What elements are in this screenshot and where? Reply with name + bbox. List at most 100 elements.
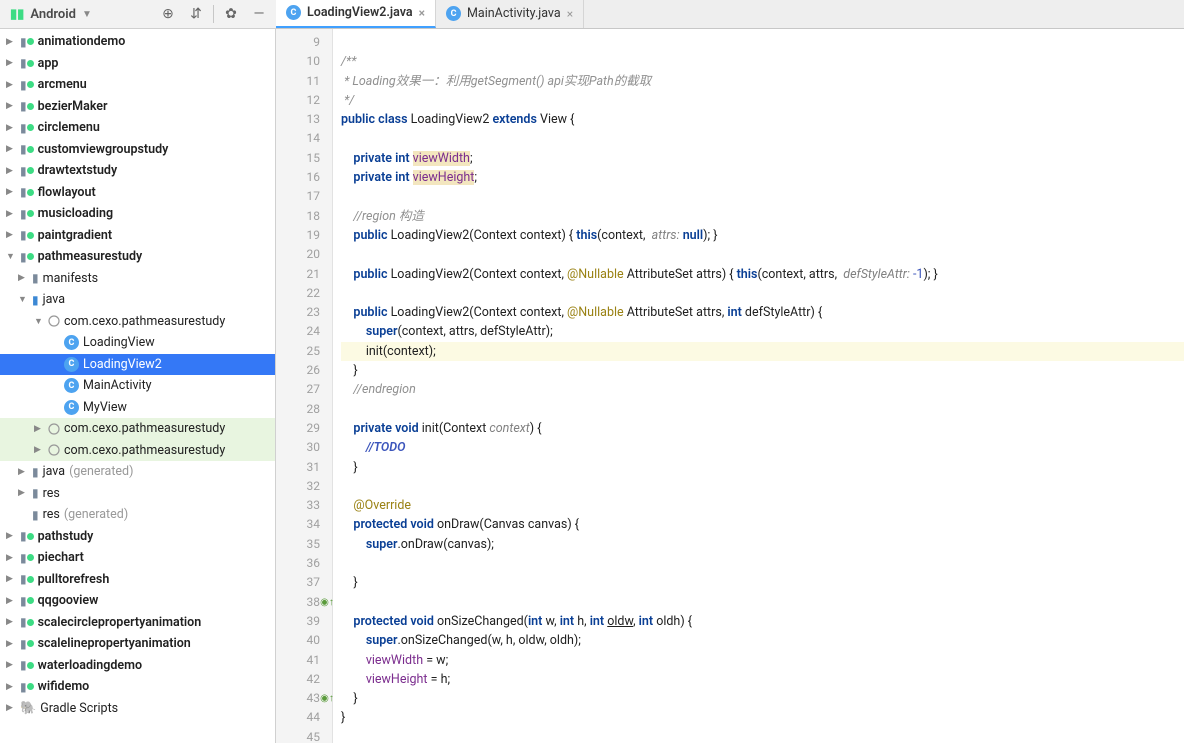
module-label: scalelinepropertyanimation (38, 636, 191, 651)
chevron-right-icon: ▶ (6, 123, 16, 133)
chevron-down-icon: ▼ (18, 294, 28, 305)
module-label: pathmeasurestudy (38, 249, 143, 264)
override-icon[interactable]: ◉↑ (322, 593, 332, 612)
folder-icon: ▮ (20, 35, 27, 49)
module-customviewgroupstudy[interactable]: ▶▮customviewgroupstudy (0, 139, 275, 161)
module-label: circlemenu (38, 120, 100, 135)
chevron-right-icon: ▶ (6, 166, 16, 176)
module-label: animationdemo (38, 34, 126, 49)
chevron-right-icon: ▶ (6, 58, 16, 68)
target-icon[interactable]: ⊕ (157, 3, 179, 25)
project-toolbar: ▮▮ Android ▼ ⊕ ⇵ ✿ — (0, 0, 276, 29)
tab-mainactivity[interactable]: C MainActivity.java × (436, 0, 584, 28)
override-icon[interactable]: ◉↑ (322, 689, 332, 708)
chevron-right-icon: ▶ (6, 639, 16, 649)
module-pulltorefresh[interactable]: ▶▮pulltorefresh (0, 569, 275, 591)
module-label: drawtextstudy (38, 163, 118, 178)
chevron-right-icon: ▶ (34, 445, 44, 455)
folder-icon: ▮ (20, 250, 27, 264)
class-label: LoadingView2 (83, 357, 162, 372)
package-label: com.cexo.pathmeasurestudy (64, 443, 225, 458)
project-tree[interactable]: ▶▮animationdemo▶▮app▶▮arcmenu▶▮bezierMak… (0, 29, 276, 743)
module-bezierMaker[interactable]: ▶▮bezierMaker (0, 96, 275, 118)
module-label: scalecirclepropertyanimation (38, 615, 202, 630)
module-label: pulltorefresh (38, 572, 110, 587)
module-pathstudy[interactable]: ▶▮pathstudy (0, 526, 275, 548)
folder-icon: ▮ (20, 185, 27, 199)
module-scalecirclepropertyanimation[interactable]: ▶▮scalecirclepropertyanimation (0, 612, 275, 634)
module-selector[interactable]: ▮▮ Android ▼ (0, 7, 102, 22)
android-icon: ▮▮ (10, 7, 24, 22)
chevron-right-icon: ▶ (6, 37, 16, 47)
chevron-right-icon: ▶ (6, 660, 16, 670)
chevron-right-icon: ▶ (6, 209, 16, 219)
module-label: wifidemo (38, 679, 90, 694)
folder-label: manifests (43, 271, 99, 286)
folder-icon: ▮ (20, 121, 27, 135)
package-icon (48, 444, 60, 456)
module-app[interactable]: ▶▮app (0, 53, 275, 75)
java-gen-folder[interactable]: ▶ ▮ java (generated) (0, 461, 275, 483)
module-paintgradient[interactable]: ▶▮paintgradient (0, 225, 275, 247)
module-label: qqgooview (38, 593, 99, 608)
module-flowlayout[interactable]: ▶▮flowlayout (0, 182, 275, 204)
module-wifidemo[interactable]: ▶▮wifidemo (0, 676, 275, 698)
java-folder[interactable]: ▼ ▮ java (0, 289, 275, 311)
folder-icon: ▮ (20, 615, 27, 629)
module-pathmeasurestudy[interactable]: ▼ ▮ pathmeasurestudy (0, 246, 275, 268)
class-file-icon: C (64, 335, 79, 350)
module-label: bezierMaker (38, 99, 108, 114)
manifests-folder[interactable]: ▶ ▮ manifests (0, 268, 275, 290)
module-label: flowlayout (38, 185, 96, 200)
collapse-icon[interactable]: ⇵ (185, 3, 207, 25)
folder-icon: ▮ (20, 572, 27, 586)
folder-icon: ▮ (20, 228, 27, 242)
class-LoadingView[interactable]: C LoadingView (0, 332, 275, 354)
code[interactable]: /** * Loading效果一：利用getSegment() api实现Pat… (333, 29, 1184, 743)
module-label: waterloadingdemo (38, 658, 142, 673)
module-arcmenu[interactable]: ▶▮arcmenu (0, 74, 275, 96)
package[interactable]: ▼ com.cexo.pathmeasurestudy (0, 311, 275, 333)
class-file-icon: C (64, 357, 79, 372)
module-label: musicloading (38, 206, 113, 221)
res-folder[interactable]: ▶ ▮ res (0, 483, 275, 505)
folder-icon: ▮ (20, 56, 27, 70)
code-editor[interactable]: 9101112131415161718192021222324252627282… (276, 29, 1184, 743)
chevron-down-icon: ▼ (34, 316, 44, 327)
class-LoadingView2[interactable]: C LoadingView2 (0, 354, 275, 376)
module-label: paintgradient (38, 228, 112, 243)
gradle-scripts[interactable]: ▶ 🐘 Gradle Scripts (0, 698, 275, 720)
class-MyView[interactable]: CMyView (0, 397, 275, 419)
module-circlemenu[interactable]: ▶ ▮ circlemenu (0, 117, 275, 139)
test-package[interactable]: ▶ com.cexo.pathmeasurestudy (0, 440, 275, 462)
module-label: piechart (38, 550, 84, 565)
close-icon[interactable]: × (567, 7, 573, 21)
package-label: com.cexo.pathmeasurestudy (64, 421, 225, 436)
class-label: LoadingView (83, 335, 155, 350)
class-file-icon: C (286, 5, 301, 20)
folder-icon: ▮ (20, 78, 27, 92)
hide-icon[interactable]: — (248, 3, 270, 25)
folder-icon: ▮ (32, 271, 39, 285)
chevron-right-icon: ▶ (18, 488, 28, 498)
test-package[interactable]: ▶ com.cexo.pathmeasurestudy (0, 418, 275, 440)
module-scalelinepropertyanimation[interactable]: ▶▮scalelinepropertyanimation (0, 633, 275, 655)
gear-icon[interactable]: ✿ (220, 3, 242, 25)
folder-icon: ▮ (20, 658, 27, 672)
tab-loadingview2[interactable]: C LoadingView2.java × (276, 0, 436, 28)
class-MainActivity[interactable]: CMainActivity (0, 375, 275, 397)
module-waterloadingdemo[interactable]: ▶ ▮ waterloadingdemo (0, 655, 275, 677)
module-animationdemo[interactable]: ▶ ▮ animationdemo (0, 31, 275, 53)
module-label: Android (30, 7, 76, 22)
folder-icon: ▮ (20, 99, 27, 113)
module-musicloading[interactable]: ▶▮musicloading (0, 203, 275, 225)
chevron-right-icon: ▶ (6, 80, 16, 90)
chevron-right-icon: ▶ (18, 467, 28, 477)
close-icon[interactable]: × (419, 6, 425, 20)
module-qqgooview[interactable]: ▶▮qqgooview (0, 590, 275, 612)
res-gen-folder[interactable]: ▮ res (generated) (0, 504, 275, 526)
folder-icon: ▮ (32, 465, 39, 479)
module-drawtextstudy[interactable]: ▶▮drawtextstudy (0, 160, 275, 182)
module-label: customviewgroupstudy (38, 142, 169, 157)
module-piechart[interactable]: ▶▮piechart (0, 547, 275, 569)
